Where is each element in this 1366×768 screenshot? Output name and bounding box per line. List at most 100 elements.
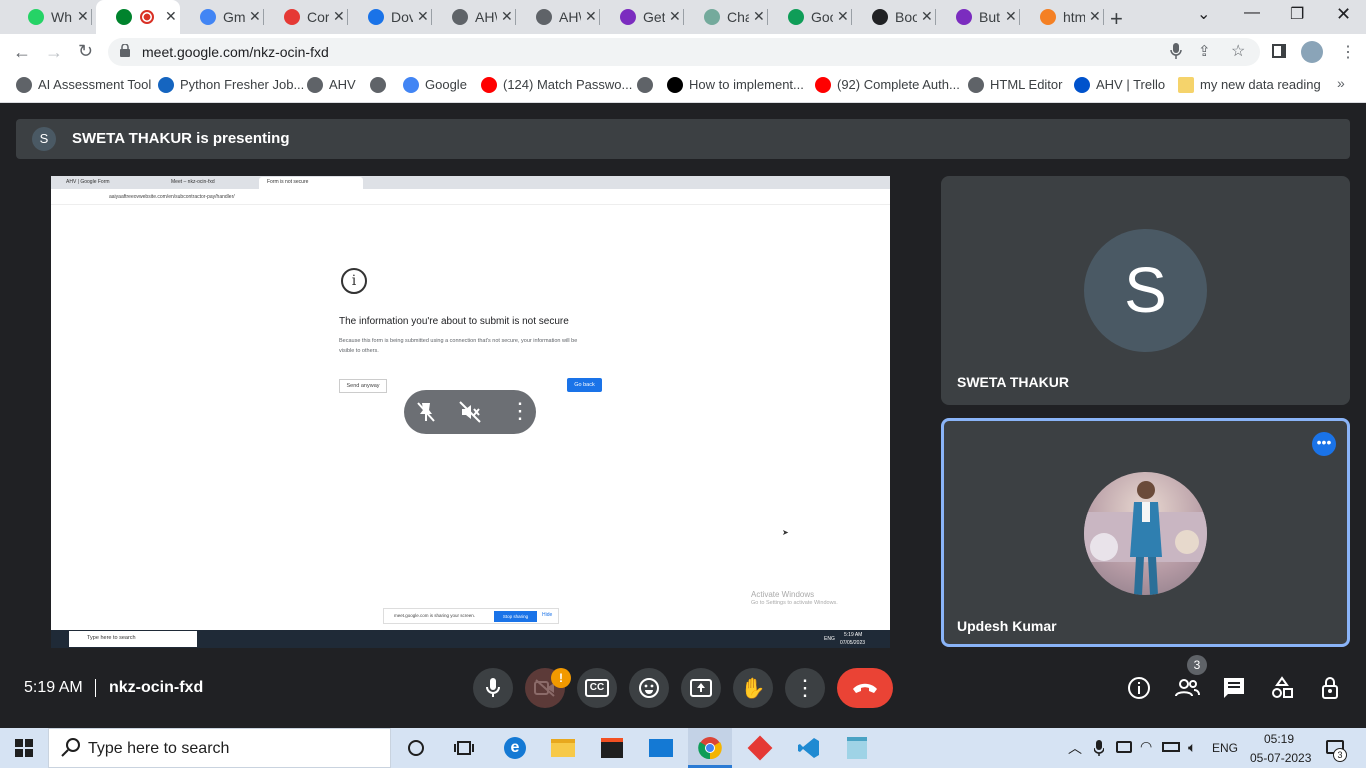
browser-tab[interactable]: AH\ ✕ xyxy=(432,0,516,34)
medium-icon[interactable] xyxy=(667,77,683,93)
browser-tab[interactable]: htm ✕ xyxy=(1020,0,1104,34)
unpin-icon[interactable] xyxy=(416,401,436,428)
browser-tab[interactable]: Goo✕ xyxy=(768,0,852,34)
address-bar[interactable]: meet.google.com/nkz-ocin-fxd ⇪ ☆ xyxy=(108,38,1260,66)
globe-icon[interactable] xyxy=(307,77,323,93)
close-tab-icon[interactable]: ✕ xyxy=(585,8,597,25)
browser-tab[interactable]: Boo ✕ xyxy=(852,0,936,34)
self-tile[interactable]: Updesh Kumar ••• xyxy=(941,418,1350,647)
notepad-icon[interactable] xyxy=(841,732,873,764)
close-tab-icon[interactable]: ✕ xyxy=(1089,8,1101,25)
close-tab-icon[interactable]: ✕ xyxy=(753,8,765,25)
reload-icon[interactable]: ↻ xyxy=(78,41,93,62)
youtube-icon[interactable] xyxy=(481,77,497,93)
battery-icon[interactable] xyxy=(1162,742,1180,752)
minimize-button[interactable]: — xyxy=(1244,4,1260,22)
people-icon[interactable] xyxy=(1174,676,1200,700)
clock-date[interactable]: 05-07-2023 xyxy=(1250,751,1311,765)
tile-more-icon[interactable]: ⋮ xyxy=(509,398,531,424)
cortana-icon[interactable] xyxy=(400,732,432,764)
more-options-button[interactable]: ⋮ xyxy=(785,668,825,708)
browser-tab[interactable]: Cha ✕ xyxy=(684,0,768,34)
raise-hand-button[interactable]: ✋ xyxy=(733,668,773,708)
restore-button[interactable]: ❐ xyxy=(1290,4,1304,24)
close-tab-icon[interactable]: ✕ xyxy=(501,8,513,25)
bookmark-item[interactable]: (124) Match Passwo... xyxy=(503,77,632,92)
bookmark-item[interactable]: Google xyxy=(425,77,467,92)
globe-icon[interactable] xyxy=(16,77,32,93)
mute-tile-icon[interactable] xyxy=(459,401,481,428)
close-tab-icon[interactable]: ✕ xyxy=(1005,8,1017,25)
present-button[interactable] xyxy=(681,668,721,708)
info-icon[interactable] xyxy=(158,77,174,93)
edge-icon[interactable]: e xyxy=(499,732,531,764)
globe-icon[interactable] xyxy=(370,77,386,93)
chrome-icon[interactable] xyxy=(694,732,726,764)
stop-sharing-button[interactable]: Stop sharing xyxy=(494,611,537,622)
close-tab-icon[interactable]: ✕ xyxy=(165,8,177,25)
more-bookmarks-icon[interactable]: » xyxy=(1337,75,1345,91)
task-view-icon[interactable] xyxy=(448,732,480,764)
close-tab-icon[interactable]: ✕ xyxy=(249,8,261,25)
bookmark-item[interactable]: AHV xyxy=(329,77,356,92)
close-tab-icon[interactable]: ✕ xyxy=(417,8,429,25)
close-tab-icon[interactable]: ✕ xyxy=(77,8,89,25)
bookmark-item[interactable]: How to implement... xyxy=(689,77,804,92)
close-tab-icon[interactable]: ✕ xyxy=(669,8,681,25)
send-anyway-button[interactable]: Send anyway xyxy=(339,379,387,393)
bookmark-star-icon[interactable]: ☆ xyxy=(1231,41,1245,61)
trello-icon[interactable] xyxy=(1074,77,1090,93)
bookmark-item[interactable]: Python Fresher Job... xyxy=(180,77,304,92)
forward-icon[interactable]: → xyxy=(45,42,63,63)
browser-tab[interactable]: Dov ✕ xyxy=(348,0,432,34)
wifi-icon[interactable]: ◠ xyxy=(1140,738,1152,755)
go-back-button[interactable]: Go back xyxy=(567,378,602,392)
hide-button[interactable]: Hide xyxy=(542,612,552,618)
new-tab-button[interactable]: + xyxy=(1110,6,1123,32)
self-more-button[interactable]: ••• xyxy=(1312,432,1336,456)
google-icon[interactable] xyxy=(403,77,419,93)
globe-icon[interactable] xyxy=(968,77,984,93)
mic-icon[interactable] xyxy=(1170,43,1182,64)
globe-icon[interactable] xyxy=(637,77,653,93)
chat-icon[interactable] xyxy=(1222,676,1246,700)
browser-tab[interactable]: Wh ✕ xyxy=(8,0,92,34)
tab-search-icon[interactable]: ⌄ xyxy=(1197,4,1210,24)
store-icon[interactable] xyxy=(596,732,628,764)
participant-tile[interactable]: S SWETA THAKUR xyxy=(941,176,1350,405)
captions-button[interactable]: CC xyxy=(577,668,617,708)
bookmark-item[interactable]: my new data reading xyxy=(1200,77,1321,92)
host-controls-icon[interactable] xyxy=(1319,676,1343,700)
activities-icon[interactable] xyxy=(1270,676,1294,700)
browser-tab[interactable]: AH\ ✕ xyxy=(516,0,600,34)
chrome-menu-icon[interactable]: ⋮ xyxy=(1340,42,1356,62)
clock-time[interactable]: 05:19 xyxy=(1264,732,1294,746)
tray-mic-icon[interactable] xyxy=(1093,740,1105,761)
profile-avatar[interactable] xyxy=(1301,41,1323,63)
folder-icon[interactable] xyxy=(1178,77,1194,93)
side-panel-icon[interactable] xyxy=(1272,44,1286,58)
file-explorer-icon[interactable] xyxy=(547,732,579,764)
browser-tab[interactable]: Gm ✕ xyxy=(180,0,264,34)
meeting-details-icon[interactable] xyxy=(1127,676,1151,700)
language-indicator[interactable]: ENG xyxy=(1212,741,1238,755)
browser-tab[interactable]: But ✕ xyxy=(936,0,1020,34)
mail-icon[interactable] xyxy=(645,732,677,764)
close-tab-icon[interactable]: ✕ xyxy=(333,8,345,25)
browser-tab[interactable]: Cor ✕ xyxy=(264,0,348,34)
anydesk-icon[interactable] xyxy=(744,732,776,764)
browser-tab[interactable]: Get ✕ xyxy=(600,0,684,34)
close-tab-icon[interactable]: ✕ xyxy=(837,8,849,25)
bookmark-item[interactable]: HTML Editor xyxy=(990,77,1062,92)
vscode-icon[interactable] xyxy=(793,732,825,764)
bookmark-item[interactable]: (92) Complete Auth... xyxy=(837,77,960,92)
volume-icon[interactable]: 🔈︎ xyxy=(1188,739,1196,756)
bookmark-item[interactable]: AHV | Trello xyxy=(1096,77,1165,92)
share-icon[interactable]: ⇪ xyxy=(1198,42,1211,60)
bookmark-item[interactable]: AI Assessment Tool xyxy=(38,77,151,92)
tray-camera-icon[interactable] xyxy=(1116,741,1132,753)
youtube-icon[interactable] xyxy=(815,77,831,93)
taskbar-search-box[interactable]: Type here to search xyxy=(48,728,391,768)
close-tab-icon[interactable]: ✕ xyxy=(921,8,933,25)
browser-tab[interactable]: ✕ xyxy=(96,0,180,34)
